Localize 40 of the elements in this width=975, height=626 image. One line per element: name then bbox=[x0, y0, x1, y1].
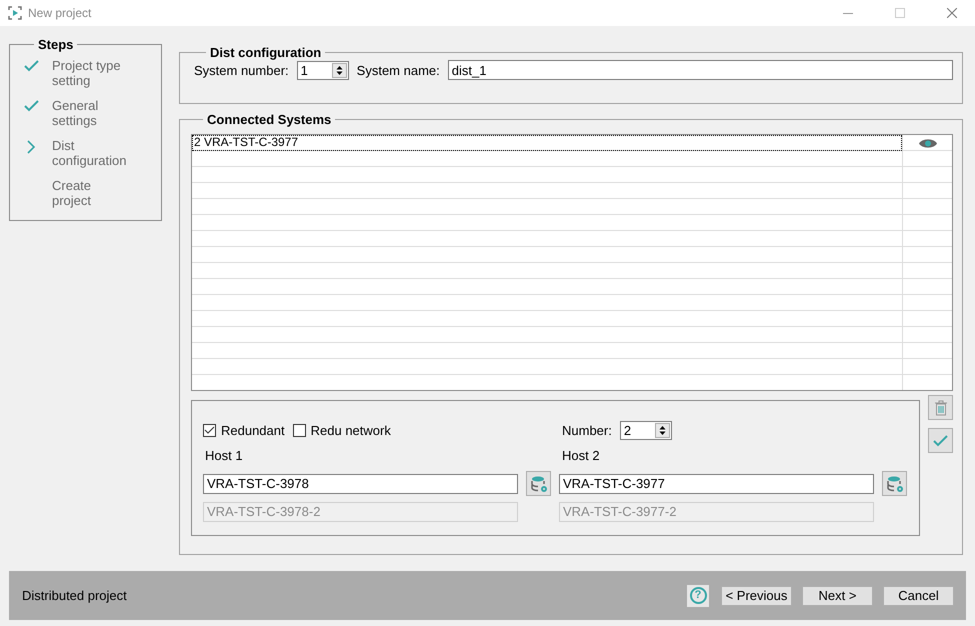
system-number-spinner[interactable]: 1 bbox=[296, 60, 349, 80]
system-number-label: System number: bbox=[194, 62, 289, 78]
step-label: Create project bbox=[52, 178, 92, 210]
database-button[interactable] bbox=[882, 471, 907, 496]
redundant-label: Redundant bbox=[221, 423, 285, 438]
status-text: Distributed project bbox=[22, 588, 128, 603]
connected-systems-title: Connected Systems bbox=[206, 112, 332, 127]
redu-network-label: Redu network bbox=[310, 423, 391, 438]
system-name-label: System name: bbox=[356, 62, 440, 78]
database-button[interactable] bbox=[526, 471, 551, 496]
app-icon bbox=[8, 6, 22, 20]
minimize-icon[interactable] bbox=[843, 12, 853, 14]
database-gear-icon bbox=[886, 474, 904, 492]
step-label: Project type setting bbox=[52, 58, 122, 90]
step-label: General settings bbox=[52, 98, 100, 130]
system-name-field[interactable]: dist_1 bbox=[448, 60, 953, 80]
number-spinner[interactable]: 2 bbox=[620, 421, 672, 440]
step-label: Dist configuration bbox=[52, 138, 128, 170]
check-icon bbox=[933, 434, 948, 446]
wizard-button[interactable]: Cancel bbox=[883, 586, 954, 606]
wizard-button[interactable]: < Previous bbox=[721, 586, 792, 606]
wizard-button[interactable]: Next > bbox=[802, 586, 873, 606]
host-label: Host 2 bbox=[561, 448, 600, 463]
host-field[interactable]: VRA-TST-C-3978 bbox=[203, 474, 518, 494]
database-gear-icon bbox=[530, 474, 548, 492]
eye-icon[interactable] bbox=[918, 138, 936, 148]
host-label: Host 1 bbox=[204, 448, 243, 463]
chevron-right-icon bbox=[26, 140, 36, 154]
check-icon bbox=[24, 100, 38, 112]
redu-network-checkbox[interactable] bbox=[292, 424, 306, 437]
host-field[interactable]: VRA-TST-C-3977 bbox=[559, 474, 874, 494]
check-icon bbox=[24, 60, 38, 72]
number-label: Number: bbox=[561, 423, 612, 438]
trash-icon bbox=[934, 400, 946, 416]
table-cell[interactable]: 2 VRA-TST-C-3977 bbox=[192, 135, 902, 151]
steps-title: Steps bbox=[37, 37, 74, 52]
close-icon[interactable] bbox=[947, 8, 957, 18]
window-title: New project bbox=[28, 6, 92, 20]
redundant-checkbox[interactable] bbox=[203, 424, 216, 437]
dist-configuration-title: Dist configuration bbox=[209, 45, 322, 60]
